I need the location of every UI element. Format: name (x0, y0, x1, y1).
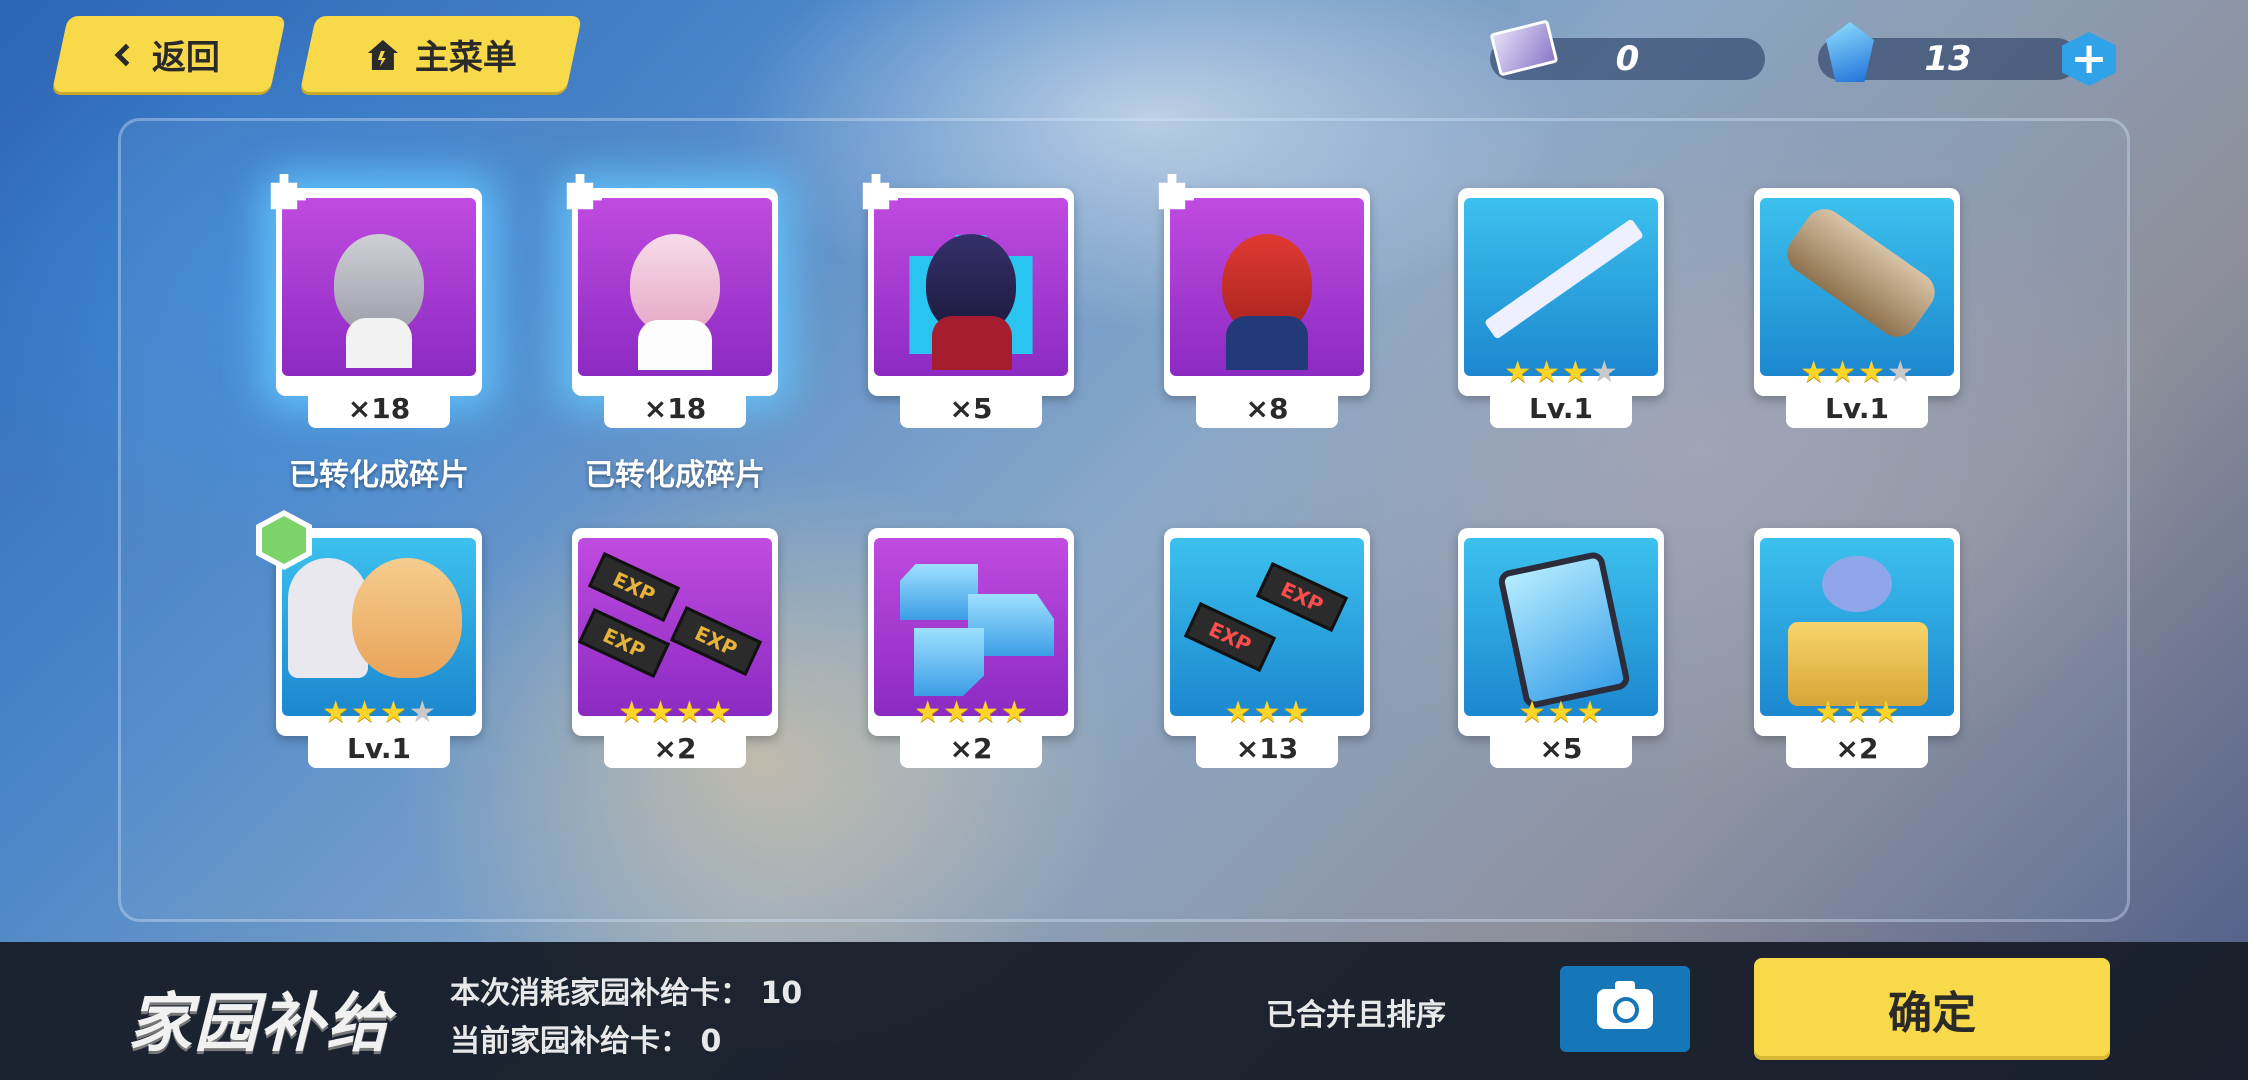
cannon-icon (1779, 201, 1943, 345)
ticket-count: 0 (1615, 39, 1640, 79)
reward-item[interactable]: ×18 已转化成碎片 (270, 174, 482, 493)
star-rating: ★ ★ ★ ★ (1504, 355, 1618, 390)
item-card: EXP EXP EXP ★ ★ ★ ★ (572, 528, 778, 736)
item-card: ★ ★ ★ (1754, 528, 1960, 736)
item-background (1464, 538, 1658, 716)
core-crystal-icon (1496, 550, 1632, 710)
star-rating: ★ ★ ★ ★ (914, 695, 1028, 730)
reward-item[interactable]: ★ ★ ★ ×2 (1754, 528, 1960, 768)
item-card (572, 188, 778, 396)
item-background (874, 198, 1068, 376)
item-quantity: ×18 (604, 388, 746, 428)
item-card: ★ ★ ★ ★ (868, 528, 1074, 736)
item-card: ★ ★ ★ ★ (276, 528, 482, 736)
merged-sorted-label: 已合并且排序 (1266, 998, 1446, 1033)
confirm-button[interactable]: 确定 (1754, 958, 2110, 1060)
current-value: 0 (700, 1024, 722, 1059)
item-quantity: ×5 (900, 388, 1042, 428)
item-card: ★ ★ ★ (1458, 528, 1664, 736)
item-background (282, 538, 476, 716)
item-background: EXP EXP EXP (578, 538, 772, 716)
item-level: Lv.1 (1490, 388, 1632, 428)
crystal-count: 13 (1924, 39, 1972, 79)
star-rating: ★ ★ ★ (1224, 695, 1310, 730)
character-body (638, 320, 712, 370)
chevron-left-icon (114, 42, 138, 66)
item-background (1760, 198, 1954, 376)
reward-item[interactable]: ★ ★ ★ ★ Lv.1 (1458, 188, 1664, 428)
back-button[interactable]: 返回 (51, 16, 287, 92)
item-card (276, 188, 482, 396)
reward-item[interactable]: EXP EXP ★ ★ ★ ×13 (1164, 528, 1370, 768)
reward-item[interactable]: ×8 (1158, 174, 1370, 428)
add-crystal-button[interactable]: + (2062, 32, 2116, 86)
item-quantity: ×13 (1196, 728, 1338, 768)
reward-item[interactable]: ×5 (862, 174, 1074, 428)
item-background (1760, 538, 1954, 716)
item-quantity: ×2 (1786, 728, 1928, 768)
back-label: 返回 (152, 37, 220, 78)
mascot-icon (1822, 556, 1892, 612)
item-background (874, 538, 1068, 716)
gold-box-icon (1788, 622, 1928, 706)
current-info: 当前家园补给卡： 0 (450, 1016, 721, 1060)
reward-item[interactable]: ×18 已转化成碎片 (566, 174, 778, 493)
sword-icon (1483, 218, 1645, 340)
camera-icon (1597, 981, 1653, 1029)
character-portrait-icon (352, 558, 462, 678)
item-quantity: ×8 (1196, 388, 1338, 428)
item-quantity: ×2 (900, 728, 1042, 768)
item-background: EXP EXP (1170, 538, 1364, 716)
crystal-shard-icon (914, 628, 984, 696)
exp-chip-icon: EXP (1183, 602, 1277, 672)
item-card: ★ ★ ★ ★ (1458, 188, 1664, 396)
character-body (1226, 316, 1308, 370)
item-level: Lv.1 (308, 728, 450, 768)
exp-chip-icon: EXP (669, 606, 763, 676)
consume-info: 本次消耗家园补给卡： 10 (450, 968, 802, 1012)
plus-icon: + (2070, 33, 2108, 84)
main-menu-label: 主菜单 (415, 37, 517, 78)
reward-item[interactable]: ★ ★ ★ ×5 (1458, 528, 1664, 768)
reward-item[interactable]: ★ ★ ★ ★ Lv.1 (1754, 188, 1960, 428)
character-body (932, 316, 1012, 370)
item-background (282, 198, 476, 376)
consume-value: 10 (760, 976, 803, 1011)
item-quantity: ×5 (1490, 728, 1632, 768)
item-card (1164, 188, 1370, 396)
item-background (1170, 198, 1364, 376)
supply-title: 家园补给 (128, 987, 392, 1061)
item-background (1464, 198, 1658, 376)
star-rating: ★ ★ ★ (1518, 695, 1604, 730)
item-level: Lv.1 (1786, 388, 1928, 428)
home-icon (368, 39, 398, 69)
converted-note: 已转化成碎片 (585, 458, 765, 493)
star-rating: ★ ★ ★ ★ (322, 695, 436, 730)
star-rating: ★ ★ ★ ★ (618, 695, 732, 730)
item-card: ★ ★ ★ ★ (1754, 188, 1960, 396)
character-portrait-icon (630, 234, 720, 334)
reward-item[interactable]: EXP EXP EXP ★ ★ ★ ★ ×2 (572, 528, 778, 768)
item-card: EXP EXP ★ ★ ★ (1164, 528, 1370, 736)
item-quantity: ×18 (308, 388, 450, 428)
item-quantity: ×2 (604, 728, 746, 768)
item-card (868, 188, 1074, 396)
converted-note: 已转化成碎片 (289, 458, 469, 493)
crystal-shard-icon (900, 564, 978, 620)
current-label: 当前家园补给卡： (450, 1024, 690, 1059)
screenshot-button[interactable] (1560, 966, 1690, 1052)
star-rating: ★ ★ ★ (1814, 695, 1900, 730)
star-rating: ★ ★ ★ ★ (1800, 355, 1914, 390)
item-background (578, 198, 772, 376)
reward-item[interactable]: ★ ★ ★ ★ Lv.1 (256, 510, 482, 768)
main-menu-button[interactable]: 主菜单 (299, 16, 583, 92)
character-body (346, 318, 412, 368)
exp-chip-icon: EXP (1255, 562, 1349, 632)
reward-item[interactable]: ★ ★ ★ ★ ×2 (868, 528, 1074, 768)
consume-label: 本次消耗家园补给卡： (450, 976, 750, 1011)
